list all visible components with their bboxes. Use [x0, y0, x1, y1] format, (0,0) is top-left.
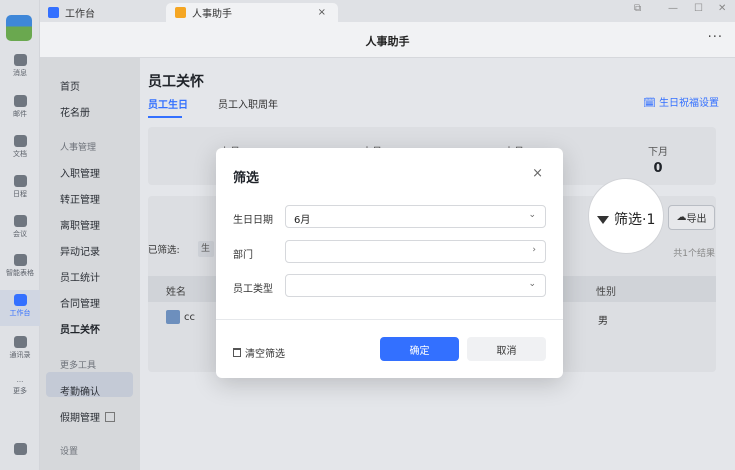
sidebar-item-onboarding[interactable]: 入职管理 — [60, 165, 100, 180]
more-menu-icon[interactable]: ··· — [708, 30, 723, 45]
sidebar-item-statistics[interactable]: 员工统计 — [60, 269, 100, 284]
sidebar-item-regularization[interactable]: 转正管理 — [60, 191, 100, 206]
dialog-divider — [216, 319, 563, 320]
org-icon — [13, 336, 27, 348]
employee-type-select[interactable]: ⌄ — [285, 274, 546, 297]
export-button[interactable]: ☁ 导出 — [668, 205, 715, 230]
tab-anniversary[interactable]: 员工入职周年 — [218, 96, 278, 111]
cancel-button[interactable]: 取消 — [467, 337, 546, 361]
rail-contacts[interactable]: 通讯录 — [0, 336, 40, 360]
department-select[interactable]: › — [285, 240, 546, 263]
app-title: 人事助手 — [365, 35, 410, 48]
maximize-icon[interactable]: ☐ — [694, 3, 703, 14]
employee-avatar — [166, 310, 180, 324]
cell-name[interactable]: cc — [184, 312, 195, 323]
window-close-icon[interactable]: ✕ — [718, 3, 726, 14]
doc-icon — [13, 135, 27, 147]
rail-docs[interactable]: 文档 — [0, 135, 40, 159]
rail-meeting[interactable]: 会议 — [0, 215, 40, 239]
dialog-title: 筛选 — [233, 171, 260, 186]
sidebar-item-changes[interactable]: 异动记录 — [60, 243, 100, 258]
rail-messages[interactable]: 消息 — [0, 54, 40, 78]
active-tab-indicator — [148, 116, 182, 118]
birthday-date-select[interactable]: 6月 ⌄ — [285, 205, 546, 228]
sidebar-group-hr: 人事管理 — [60, 143, 97, 153]
result-count: 共1个结果 — [673, 249, 715, 259]
cell-gender: 男 — [598, 316, 608, 327]
sidebar: 首页 花名册 人事管理 入职管理 转正管理 离职管理 异动记录 员工统计 合同管… — [40, 58, 140, 470]
chevron-down-icon: ⌄ — [528, 279, 536, 289]
chevron-down-icon: ⌄ — [528, 210, 536, 220]
apps-icon — [13, 443, 27, 455]
birthday-blessing-settings-link[interactable]: 🗓 生日祝福设置 — [643, 94, 719, 109]
calendar-icon — [13, 175, 27, 187]
rail-bottom-app[interactable] — [0, 443, 40, 457]
calendar-icon: 🗓 — [643, 98, 659, 109]
sidebar-item-attendance[interactable]: 考勤确认 — [60, 383, 100, 398]
sidebar-item-employee-care[interactable]: 员工关怀 — [60, 321, 100, 336]
app-rail: 消息 邮件 文档 日程 会议 智能表格 工作台 通讯录 ··· 更多 — [0, 0, 40, 470]
external-link-icon — [105, 412, 115, 422]
filter-chip[interactable]: 生 — [198, 241, 214, 257]
sidebar-item-contracts[interactable]: 合同管理 — [60, 295, 100, 310]
sidebar-item-leave[interactable]: 假期管理 — [60, 409, 115, 424]
mail-icon — [13, 95, 27, 107]
funnel-icon — [597, 216, 609, 224]
sidebar-item-resignation[interactable]: 离职管理 — [60, 217, 100, 232]
filtered-label: 已筛选: — [148, 245, 180, 256]
rail-workbench[interactable]: 工作台 — [0, 290, 40, 326]
column-gender: 性别 — [596, 287, 616, 298]
filter-dialog: 筛选 × 生日日期 6月 ⌄ 部门 › 员工类型 ⌄ 清空筛选 确定 取消 — [216, 148, 563, 378]
sidebar-item-home[interactable]: 首页 — [60, 78, 80, 93]
sidebar-item-settings[interactable]: 设置 — [60, 444, 78, 457]
more-icon: ··· — [16, 378, 24, 386]
tab-bar: 工作台 人事助手 × ⧉ — ☐ ✕ — [40, 0, 735, 22]
cloud-icon: ☁ — [676, 212, 687, 223]
close-icon[interactable]: × — [318, 7, 326, 18]
employee-type-label: 员工类型 — [233, 284, 273, 295]
minimize-icon[interactable]: — — [668, 3, 678, 14]
chevron-right-icon: › — [532, 245, 536, 255]
close-icon[interactable]: × — [532, 166, 543, 181]
stat-next-month: 下月 0 — [648, 147, 668, 176]
grid-icon — [48, 7, 59, 18]
chat-bubble-icon — [13, 54, 27, 66]
sidebar-group-tools: 更多工具 — [60, 361, 97, 371]
grid-icon — [13, 294, 27, 306]
column-name: 姓名 — [166, 287, 186, 298]
confirm-button[interactable]: 确定 — [380, 337, 459, 361]
tab-workbench[interactable]: 工作台 — [48, 3, 95, 22]
rail-more[interactable]: ··· 更多 — [0, 378, 40, 396]
department-label: 部门 — [233, 250, 253, 261]
filter-button[interactable]: 筛选·1 — [597, 209, 655, 229]
user-avatar[interactable] — [6, 15, 32, 41]
tab-hr-assistant[interactable]: 人事助手 × — [166, 3, 338, 22]
page-title: 员工关怀 — [148, 74, 204, 90]
trash-icon — [233, 348, 241, 357]
popout-icon[interactable]: ⧉ — [634, 3, 641, 14]
rail-calendar[interactable]: 日程 — [0, 175, 40, 199]
hr-app-icon — [175, 7, 186, 18]
tab-birthday[interactable]: 员工生日 — [148, 96, 188, 111]
meeting-icon — [13, 215, 27, 227]
table-icon — [13, 254, 27, 266]
clear-filter-button[interactable]: 清空筛选 — [233, 345, 285, 360]
rail-smart-table[interactable]: 智能表格 — [0, 254, 40, 278]
sidebar-item-roster[interactable]: 花名册 — [60, 104, 90, 119]
rail-mail[interactable]: 邮件 — [0, 95, 40, 119]
birthday-date-label: 生日日期 — [233, 215, 273, 226]
app-header: 人事助手 ··· — [40, 22, 735, 58]
